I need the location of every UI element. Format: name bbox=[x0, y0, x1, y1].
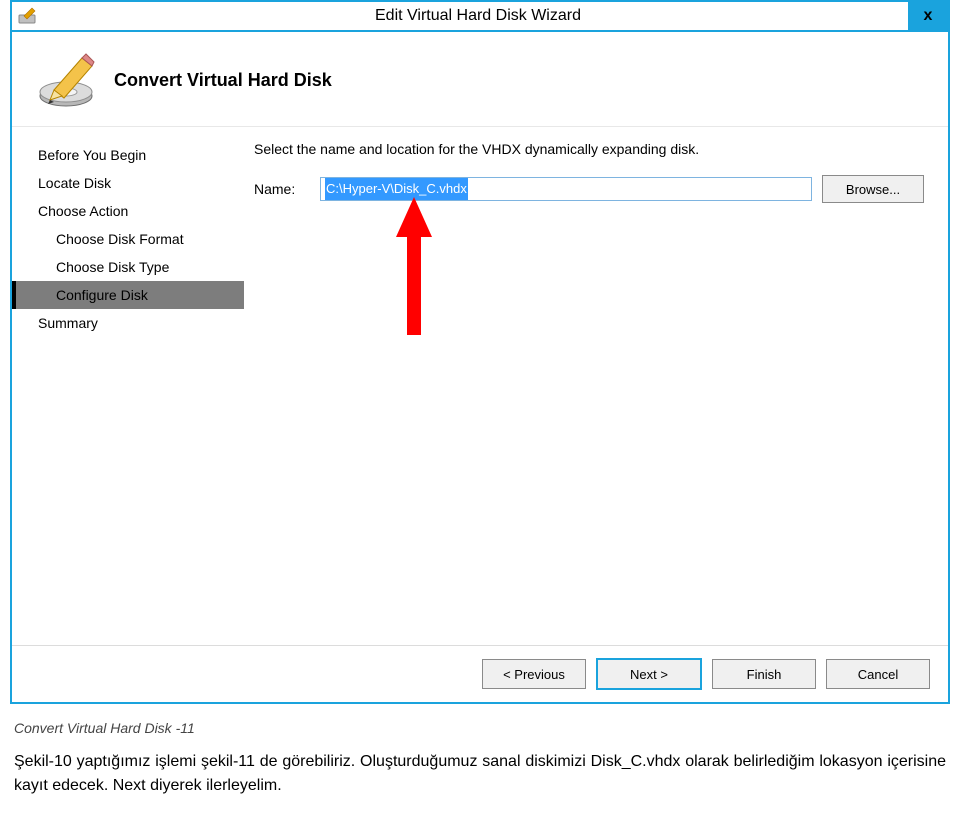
name-input[interactable]: C:\Hyper-V\Disk_C.vhdx bbox=[320, 177, 812, 201]
nav-choose-action[interactable]: Choose Action bbox=[12, 197, 244, 225]
wizard-content: Select the name and location for the VHD… bbox=[244, 127, 948, 645]
next-button[interactable]: Next > bbox=[596, 658, 702, 690]
close-icon: x bbox=[924, 7, 933, 25]
figure-caption: Convert Virtual Hard Disk -11 bbox=[14, 720, 946, 736]
name-input-value: C:\Hyper-V\Disk_C.vhdx bbox=[325, 178, 468, 200]
previous-button[interactable]: < Previous bbox=[482, 659, 586, 689]
wizard-header: Convert Virtual Hard Disk bbox=[12, 32, 948, 127]
cancel-button[interactable]: Cancel bbox=[826, 659, 930, 689]
browse-button[interactable]: Browse... bbox=[822, 175, 924, 203]
window-title: Edit Virtual Hard Disk Wizard bbox=[36, 7, 948, 25]
nav-choose-disk-type[interactable]: Choose Disk Type bbox=[12, 253, 244, 281]
wizard-window: Edit Virtual Hard Disk Wizard x Convert … bbox=[10, 0, 950, 704]
nav-locate-disk[interactable]: Locate Disk bbox=[12, 169, 244, 197]
close-button[interactable]: x bbox=[908, 2, 948, 30]
title-bar: Edit Virtual Hard Disk Wizard x bbox=[12, 2, 948, 32]
wizard-body: Before You Begin Locate Disk Choose Acti… bbox=[12, 127, 948, 645]
wizard-step-title: Convert Virtual Hard Disk bbox=[114, 70, 332, 91]
name-label: Name: bbox=[254, 181, 310, 197]
finish-button-label: Finish bbox=[747, 667, 782, 682]
hard-disk-pencil-icon bbox=[36, 50, 96, 110]
nav-before-you-begin[interactable]: Before You Begin bbox=[12, 141, 244, 169]
finish-button[interactable]: Finish bbox=[712, 659, 816, 689]
previous-button-label: < Previous bbox=[503, 667, 565, 682]
wizard-nav: Before You Begin Locate Disk Choose Acti… bbox=[12, 127, 244, 645]
app-icon bbox=[18, 7, 36, 25]
document-paragraph: Şekil-10 yaptığımız işlemi şekil-11 de g… bbox=[14, 750, 946, 798]
next-button-label: Next > bbox=[630, 667, 668, 682]
name-row: Name: C:\Hyper-V\Disk_C.vhdx Browse... bbox=[254, 175, 924, 203]
browse-button-label: Browse... bbox=[846, 182, 900, 197]
nav-configure-disk[interactable]: Configure Disk bbox=[12, 281, 244, 309]
nav-summary[interactable]: Summary bbox=[12, 309, 244, 337]
wizard-footer: < Previous Next > Finish Cancel bbox=[12, 645, 948, 702]
cancel-button-label: Cancel bbox=[858, 667, 898, 682]
document-caption-area: Convert Virtual Hard Disk -11 Şekil-10 y… bbox=[10, 720, 950, 798]
red-arrow-annotation bbox=[394, 197, 434, 337]
instruction-text: Select the name and location for the VHD… bbox=[254, 141, 924, 157]
nav-choose-disk-format[interactable]: Choose Disk Format bbox=[12, 225, 244, 253]
